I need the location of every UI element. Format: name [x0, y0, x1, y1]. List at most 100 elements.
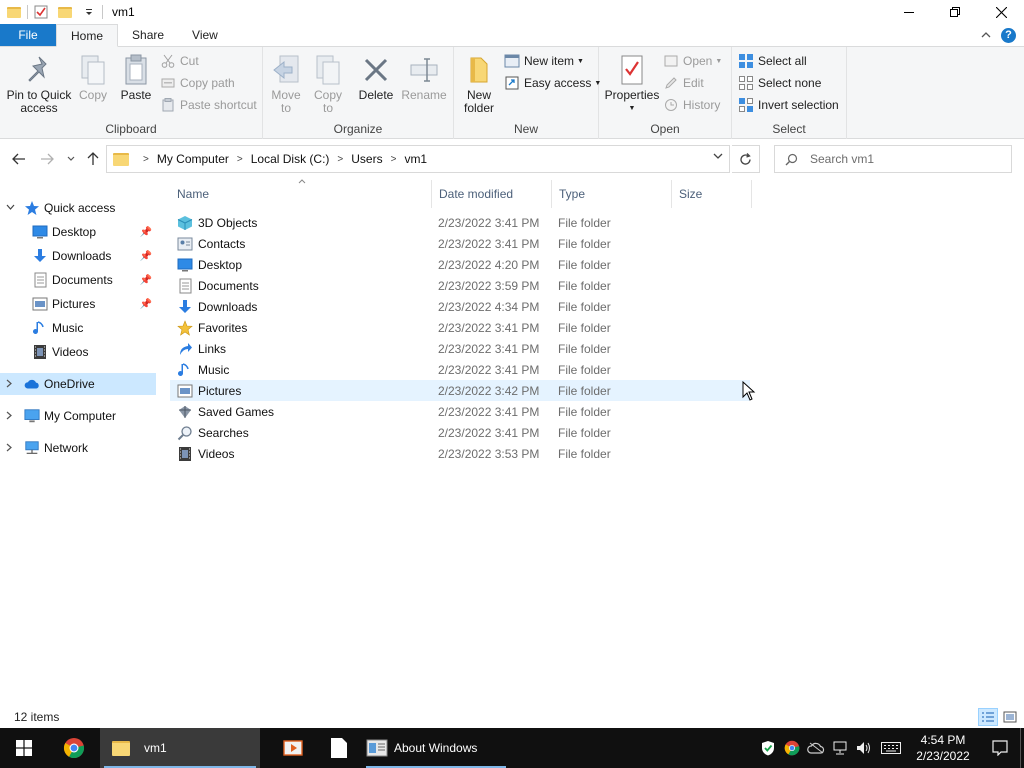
- paste-button[interactable]: Paste: [118, 53, 154, 102]
- chevron-right-icon[interactable]: >: [143, 154, 149, 165]
- show-desktop-button[interactable]: [1020, 728, 1024, 768]
- customize-qat-icon[interactable]: [81, 4, 97, 20]
- file-row-music[interactable]: Music 2/23/2022 3:41 PM File folder: [170, 359, 750, 380]
- paste-shortcut-button[interactable]: Paste shortcut: [160, 95, 257, 115]
- new-item-button[interactable]: New item ▼: [504, 51, 584, 71]
- help-icon[interactable]: ?: [1001, 27, 1016, 43]
- column-header-size[interactable]: Size: [672, 180, 752, 208]
- chevron-right-icon[interactable]: >: [237, 154, 243, 165]
- keyboard-icon[interactable]: [876, 728, 906, 768]
- tab-file[interactable]: File: [0, 24, 56, 46]
- defender-shield-icon[interactable]: [756, 728, 780, 768]
- taskbar-media-app[interactable]: [270, 728, 316, 768]
- breadcrumb-my-computer[interactable]: My Computer: [157, 152, 229, 166]
- nav-my-computer[interactable]: My Computer: [0, 405, 156, 427]
- select-all-button[interactable]: Select all: [738, 51, 807, 71]
- recent-locations-button[interactable]: [62, 144, 80, 174]
- open-button[interactable]: Open ▼: [663, 51, 722, 71]
- file-row-downloads[interactable]: Downloads 2/23/2022 4:34 PM File folder: [170, 296, 750, 317]
- action-center-icon[interactable]: [980, 728, 1020, 768]
- nav-music[interactable]: Music: [0, 317, 156, 339]
- file-row-searches[interactable]: Searches 2/23/2022 3:41 PM File folder: [170, 422, 750, 443]
- nav-onedrive[interactable]: OneDrive: [0, 373, 156, 395]
- delete-button[interactable]: Delete: [355, 53, 397, 102]
- invert-selection-button[interactable]: Invert selection: [738, 95, 839, 115]
- address-dropdown-icon[interactable]: [713, 152, 723, 163]
- taskbar-chrome[interactable]: [48, 728, 100, 768]
- new-folder-button[interactable]: New folder: [460, 53, 498, 115]
- start-button[interactable]: [0, 728, 48, 768]
- properties-check-icon[interactable]: [33, 4, 49, 20]
- search-input[interactable]: [810, 152, 1000, 166]
- file-row-favorites[interactable]: Favorites 2/23/2022 3:41 PM File folder: [170, 317, 750, 338]
- taskbar-notepad[interactable]: [316, 728, 362, 768]
- breadcrumb-local-disk[interactable]: Local Disk (C:): [251, 152, 330, 166]
- refresh-button[interactable]: [732, 145, 760, 173]
- nav-videos[interactable]: Videos: [0, 341, 156, 363]
- tab-home[interactable]: Home: [56, 24, 119, 47]
- file-row-desktop[interactable]: Desktop 2/23/2022 4:20 PM File folder: [170, 254, 750, 275]
- nav-desktop[interactable]: Desktop 📌: [0, 221, 156, 243]
- edit-button[interactable]: Edit: [663, 73, 704, 93]
- move-to-button[interactable]: Move to: [269, 53, 303, 115]
- copy-button[interactable]: Copy: [76, 53, 110, 102]
- taskbar-about-windows[interactable]: About Windows: [362, 728, 510, 768]
- clock[interactable]: 4:54 PM 2/23/2022: [906, 732, 980, 764]
- new-folder-qat-icon[interactable]: [57, 4, 73, 20]
- chevron-right-icon[interactable]: [6, 411, 13, 422]
- file-row-links[interactable]: Links 2/23/2022 3:41 PM File folder: [170, 338, 750, 359]
- chevron-right-icon[interactable]: >: [337, 154, 343, 165]
- history-button[interactable]: History: [663, 95, 720, 115]
- file-row-pictures[interactable]: Pictures 2/23/2022 3:42 PM File folder: [170, 380, 750, 401]
- column-header-name[interactable]: Name: [170, 180, 432, 208]
- pin-to-quick-access-button[interactable]: Pin to Quick access: [6, 53, 72, 115]
- onedrive-tray-icon[interactable]: [804, 728, 828, 768]
- select-none-button[interactable]: Select none: [738, 73, 821, 93]
- back-button[interactable]: [8, 144, 30, 174]
- column-header-date[interactable]: Date modified: [432, 180, 552, 208]
- volume-icon[interactable]: [852, 728, 876, 768]
- large-icons-view-button[interactable]: [1000, 708, 1020, 726]
- chrome-tray-icon[interactable]: [780, 728, 804, 768]
- properties-button[interactable]: Properties ▼: [603, 53, 661, 115]
- forward-button[interactable]: [36, 144, 58, 174]
- taskbar-file-explorer[interactable]: vm1: [100, 728, 260, 768]
- file-row-contacts[interactable]: Contacts 2/23/2022 3:41 PM File folder: [170, 233, 750, 254]
- nav-documents[interactable]: Documents 📌: [0, 269, 156, 291]
- pin-icon[interactable]: 📌: [140, 227, 152, 238]
- chevron-right-icon[interactable]: [6, 379, 13, 390]
- maximize-button[interactable]: [932, 0, 978, 24]
- pin-icon[interactable]: 📌: [140, 299, 152, 310]
- file-row-saved-games[interactable]: Saved Games 2/23/2022 3:41 PM File folder: [170, 401, 750, 422]
- tab-share[interactable]: Share: [118, 24, 178, 46]
- file-row-3d-objects[interactable]: 3D Objects 2/23/2022 3:41 PM File folder: [170, 212, 750, 233]
- search-box[interactable]: [774, 145, 1012, 173]
- file-row-documents[interactable]: Documents 2/23/2022 3:59 PM File folder: [170, 275, 750, 296]
- copy-path-button[interactable]: Copy path: [160, 73, 235, 93]
- nav-downloads[interactable]: Downloads 📌: [0, 245, 156, 267]
- pin-icon[interactable]: 📌: [140, 251, 152, 262]
- up-button[interactable]: [82, 144, 104, 174]
- copy-to-button[interactable]: Copy to: [311, 53, 345, 115]
- pin-icon[interactable]: 📌: [140, 275, 152, 286]
- rename-button[interactable]: Rename: [401, 53, 447, 102]
- minimize-button[interactable]: [886, 0, 932, 24]
- nav-pictures[interactable]: Pictures 📌: [0, 293, 156, 315]
- tab-view[interactable]: View: [178, 24, 232, 46]
- close-button[interactable]: [978, 0, 1024, 24]
- nav-network[interactable]: Network: [0, 437, 156, 459]
- network-tray-icon[interactable]: [828, 728, 852, 768]
- column-header-type[interactable]: Type: [552, 180, 672, 208]
- minimize-ribbon-icon[interactable]: [981, 28, 991, 42]
- address-bar[interactable]: > My Computer > Local Disk (C:) > Users …: [106, 145, 730, 173]
- chevron-right-icon[interactable]: >: [391, 154, 397, 165]
- breadcrumb-vm1[interactable]: vm1: [404, 152, 427, 166]
- chevron-down-icon[interactable]: [6, 203, 15, 213]
- easy-access-button[interactable]: Easy access ▼: [504, 73, 601, 93]
- chevron-right-icon[interactable]: [6, 443, 13, 454]
- details-view-button[interactable]: [978, 708, 998, 726]
- cut-button[interactable]: Cut: [160, 51, 199, 71]
- breadcrumb-users[interactable]: Users: [351, 152, 382, 166]
- file-row-videos[interactable]: Videos 2/23/2022 3:53 PM File folder: [170, 443, 750, 464]
- nav-quick-access[interactable]: Quick access: [0, 197, 156, 219]
